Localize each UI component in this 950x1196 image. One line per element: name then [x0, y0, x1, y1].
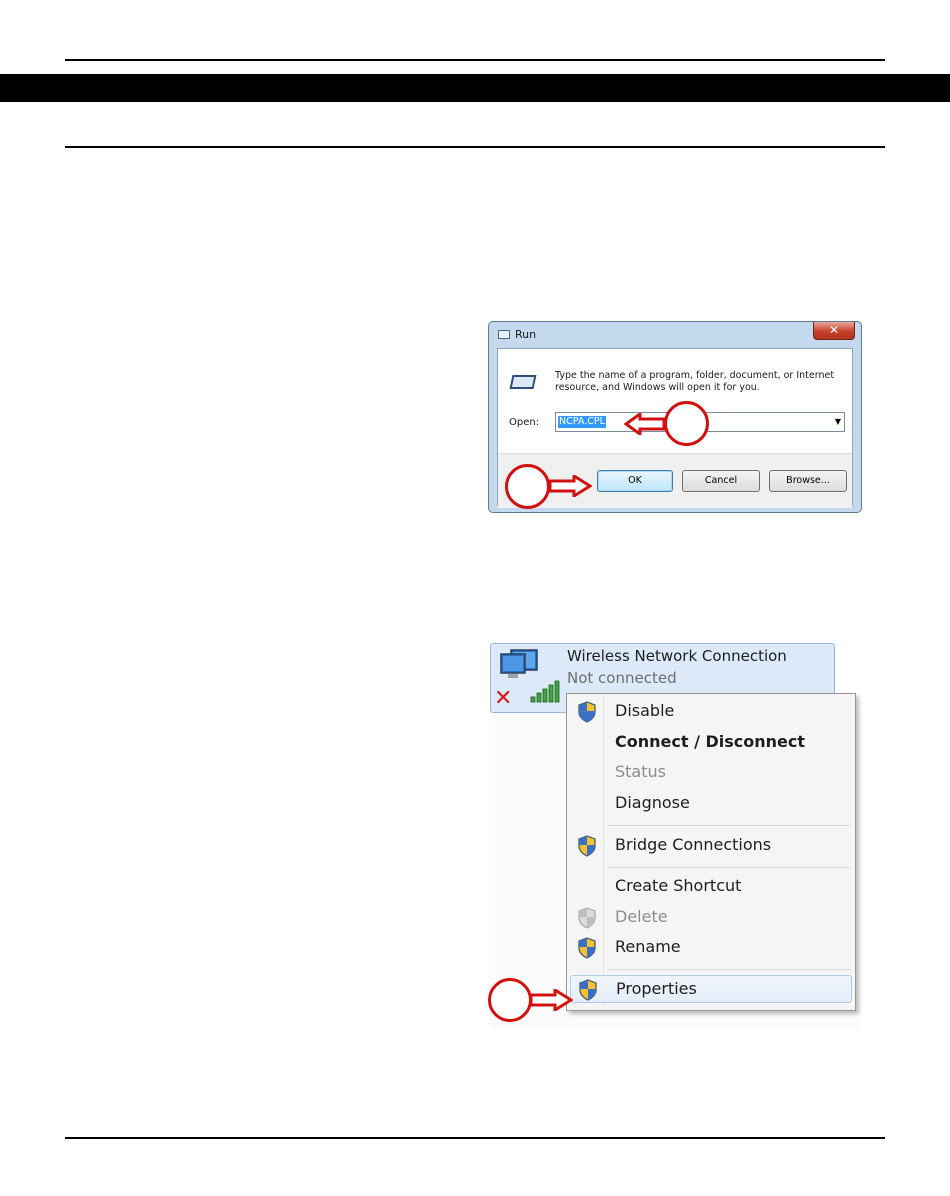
callout-arrow-right: [548, 475, 592, 497]
callout-circle-ok: [505, 464, 550, 509]
connection-name: Wireless Network Connection: [567, 647, 787, 665]
menu-item-label: Bridge Connections: [615, 835, 772, 854]
callout-circle-properties: [488, 978, 532, 1022]
menu-item-label: Diagnose: [615, 793, 690, 812]
close-button[interactable]: ✕: [813, 322, 855, 340]
menu-item-label: Create Shortcut: [615, 876, 742, 895]
red-x-icon: ✕: [494, 686, 513, 711]
context-menu: Disable Connect / Disconnect Status Diag…: [566, 693, 856, 1011]
menu-item-label: Connect / Disconnect: [615, 732, 806, 751]
menu-separator: [607, 969, 851, 970]
menu-item-disable[interactable]: Disable: [570, 698, 852, 726]
menu-item-properties[interactable]: Properties: [570, 975, 852, 1003]
header-bottom-rule: [65, 146, 885, 148]
menu-item-diagnose[interactable]: Diagnose: [570, 790, 852, 818]
open-label: Open:: [509, 417, 540, 428]
browse-button[interactable]: Browse...: [769, 470, 847, 492]
callout-arrow-right: [529, 989, 573, 1011]
menu-item-delete[interactable]: Delete: [570, 904, 852, 932]
chevron-down-icon[interactable]: ▼: [835, 417, 841, 426]
menu-item-create-shortcut[interactable]: Create Shortcut: [570, 873, 852, 901]
menu-item-status[interactable]: Status: [570, 759, 852, 787]
run-icon: [498, 330, 510, 339]
connection-status: Not connected: [567, 669, 677, 687]
uac-shield-icon: [578, 835, 596, 857]
uac-shield-icon: [578, 701, 596, 723]
callout-circle-input: [664, 401, 709, 446]
menu-item-connect-disconnect[interactable]: Connect / Disconnect: [570, 729, 852, 757]
menu-item-rename[interactable]: Rename: [570, 934, 852, 962]
header-top-rule: [65, 59, 885, 61]
uac-shield-icon: [579, 979, 597, 1001]
menu-item-label: Disable: [615, 701, 675, 720]
signal-bars-icon: [530, 680, 560, 703]
uac-shield-disabled-icon: [578, 907, 596, 929]
run-title-bar[interactable]: Run ✕: [489, 322, 861, 348]
menu-item-label: Status: [615, 762, 666, 781]
menu-item-label: Delete: [615, 907, 668, 926]
run-description: Type the name of a program, folder, docu…: [555, 370, 835, 393]
close-icon: ✕: [828, 323, 840, 337]
open-input-value[interactable]: NCPA.CPL: [558, 416, 606, 428]
ok-button[interactable]: OK: [597, 470, 673, 492]
menu-item-label: Properties: [616, 979, 697, 998]
menu-separator: [607, 867, 851, 868]
menu-separator: [607, 825, 851, 826]
header-black-band: [0, 74, 950, 102]
menu-item-label: Rename: [615, 937, 681, 956]
footer-rule: [65, 1137, 885, 1139]
run-program-icon: [509, 375, 537, 389]
menu-item-bridge-connections[interactable]: Bridge Connections: [570, 832, 852, 860]
uac-shield-icon: [578, 937, 596, 959]
run-dialog-title: Run: [515, 328, 537, 341]
network-adapter-icon: [500, 649, 538, 678]
cancel-button[interactable]: Cancel: [682, 470, 760, 492]
callout-arrow-left: [624, 413, 666, 435]
